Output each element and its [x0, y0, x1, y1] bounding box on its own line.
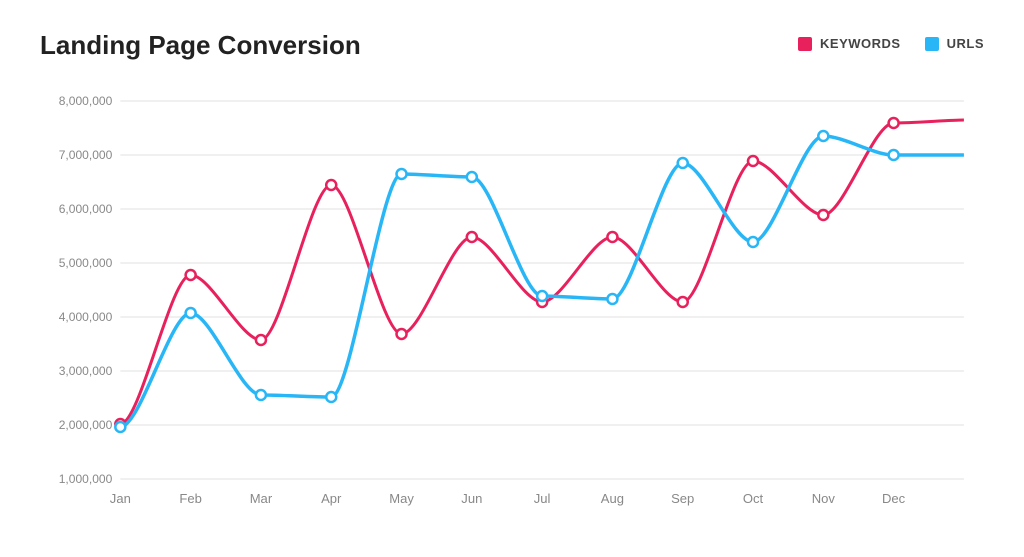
urls-dot-nov [818, 131, 828, 141]
legend-keywords: KEYWORDS [798, 36, 901, 51]
keywords-dot-feb [186, 270, 196, 280]
urls-dot-jul [537, 291, 547, 301]
urls-dot-dec [889, 150, 899, 160]
svg-text:6,000,000: 6,000,000 [59, 202, 113, 216]
svg-text:1,000,000: 1,000,000 [59, 472, 113, 486]
urls-legend-label: URLS [947, 36, 984, 51]
urls-dot-oct [748, 237, 758, 247]
urls-dot-sep [678, 158, 688, 168]
urls-dot-apr [326, 392, 336, 402]
urls-dot-feb [186, 308, 196, 318]
keywords-dot-aug [607, 232, 617, 242]
urls-dot-jun [467, 172, 477, 182]
svg-text:Jan: Jan [110, 491, 131, 506]
chart-legend: KEYWORDS URLS [798, 36, 984, 51]
urls-dot-mar [256, 390, 266, 400]
svg-text:Dec: Dec [882, 491, 906, 506]
svg-text:Mar: Mar [250, 491, 273, 506]
keywords-dot-dec [889, 118, 899, 128]
svg-text:Oct: Oct [743, 491, 764, 506]
keywords-dot-jun [467, 232, 477, 242]
svg-text:2,000,000: 2,000,000 [59, 418, 113, 432]
keywords-dot-nov [818, 210, 828, 220]
urls-legend-dot [925, 37, 939, 51]
chart-svg: 8,000,000 7,000,000 6,000,000 5,000,000 … [40, 71, 984, 511]
svg-text:8,000,000: 8,000,000 [59, 94, 113, 108]
keywords-dot-oct [748, 156, 758, 166]
legend-urls: URLS [925, 36, 984, 51]
urls-dot-jan [115, 422, 125, 432]
svg-text:Apr: Apr [321, 491, 342, 506]
svg-text:Jun: Jun [461, 491, 482, 506]
keywords-dot-apr [326, 180, 336, 190]
svg-text:4,000,000: 4,000,000 [59, 310, 113, 324]
keywords-dot-mar [256, 335, 266, 345]
keywords-dot-may [397, 329, 407, 339]
urls-dot-aug [607, 294, 617, 304]
svg-text:May: May [389, 491, 414, 506]
chart-area: 8,000,000 7,000,000 6,000,000 5,000,000 … [40, 71, 984, 511]
svg-text:Feb: Feb [179, 491, 201, 506]
svg-text:5,000,000: 5,000,000 [59, 256, 113, 270]
keywords-line [120, 120, 964, 424]
keywords-legend-label: KEYWORDS [820, 36, 901, 51]
svg-text:Sep: Sep [671, 491, 694, 506]
svg-text:3,000,000: 3,000,000 [59, 364, 113, 378]
urls-line [120, 136, 964, 427]
keywords-legend-dot [798, 37, 812, 51]
svg-text:Jul: Jul [534, 491, 551, 506]
chart-container: Landing Page Conversion KEYWORDS URLS [0, 0, 1024, 557]
svg-text:Nov: Nov [812, 491, 836, 506]
svg-text:Aug: Aug [601, 491, 624, 506]
urls-dot-may [397, 169, 407, 179]
keywords-dot-sep [678, 297, 688, 307]
svg-text:7,000,000: 7,000,000 [59, 148, 113, 162]
